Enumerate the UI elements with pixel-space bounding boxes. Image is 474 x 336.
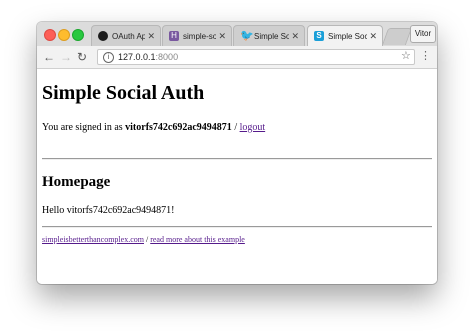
heroku-icon: H — [169, 31, 179, 41]
separator: / — [234, 122, 238, 133]
tab-label: Simple Social Auth — [328, 32, 367, 41]
info-icon[interactable]: i — [103, 52, 114, 63]
tab-simple-social-auth-heroku[interactable]: H simple-social-auth ✕ — [162, 25, 232, 46]
close-window-button[interactable] — [44, 29, 56, 41]
url-text[interactable]: 127.0.0.1:8000 — [118, 51, 178, 63]
logout-link[interactable]: logout — [240, 122, 266, 133]
menu-dots-icon[interactable]: ⋮ — [420, 49, 431, 63]
footer: simpleisbetterthancomplex.com / read mor… — [42, 235, 245, 245]
minimize-window-button[interactable] — [58, 29, 70, 41]
tab-label: OAuth Apps — [112, 32, 145, 41]
tab-simple-social-auth-twitter[interactable]: 🐦 Simple Social Auth ✕ — [233, 25, 305, 46]
site-link[interactable]: simpleisbetterthancomplex.com — [42, 235, 144, 244]
twitter-icon: 🐦 — [240, 30, 254, 42]
tab-close-icon[interactable]: ✕ — [369, 31, 377, 41]
reload-icon[interactable]: ↻ — [77, 50, 87, 64]
zoom-window-button[interactable] — [72, 29, 84, 41]
back-arrow-icon[interactable]: ← — [43, 50, 55, 64]
hello-message: Hello vitorfs742c692ac9494871! — [42, 205, 175, 216]
new-tab-button[interactable] — [381, 28, 413, 45]
tab-oauth-apps[interactable]: OAuth Apps ✕ — [91, 25, 161, 46]
tab-close-icon[interactable]: ✕ — [147, 31, 155, 41]
page-content: Simple Social Auth You are signed in as … — [37, 69, 437, 284]
page-title: Simple Social Auth — [42, 82, 205, 104]
tab-label: simple-social-auth — [183, 32, 216, 41]
tab-bar: OAuth Apps ✕ H simple-social-auth ✕ 🐦 Si… — [37, 22, 437, 47]
signed-in-status: You are signed in as vitorfs742c692ac949… — [42, 121, 265, 134]
github-icon — [98, 31, 108, 41]
tab-label: Simple Social Auth — [254, 32, 289, 41]
footer-separator: / — [145, 235, 149, 244]
read-more-link[interactable]: read more about this example — [150, 235, 245, 244]
simple-site-icon: S — [314, 31, 324, 41]
divider — [42, 226, 432, 228]
tab-close-icon[interactable]: ✕ — [218, 31, 226, 41]
browser-window: OAuth Apps ✕ H simple-social-auth ✕ 🐦 Si… — [37, 22, 437, 284]
homepage-heading: Homepage — [42, 174, 111, 190]
divider — [42, 158, 432, 160]
address-bar[interactable]: i 127.0.0.1:8000 — [97, 49, 415, 65]
bookmark-star-icon[interactable]: ☆ — [401, 49, 411, 63]
username: vitorfs742c692ac9494871 — [125, 122, 232, 133]
tab-close-icon[interactable]: ✕ — [291, 31, 299, 41]
forward-arrow-icon[interactable]: → — [60, 50, 72, 64]
signed-in-prefix: You are signed in as — [42, 122, 123, 133]
toolbar: ← → ↻ i 127.0.0.1:8000 ☆ ⋮ — [37, 46, 437, 69]
profile-button[interactable]: Vitor — [410, 25, 436, 43]
tab-simple-social-auth-active[interactable]: S Simple Social Auth ✕ — [307, 25, 383, 47]
